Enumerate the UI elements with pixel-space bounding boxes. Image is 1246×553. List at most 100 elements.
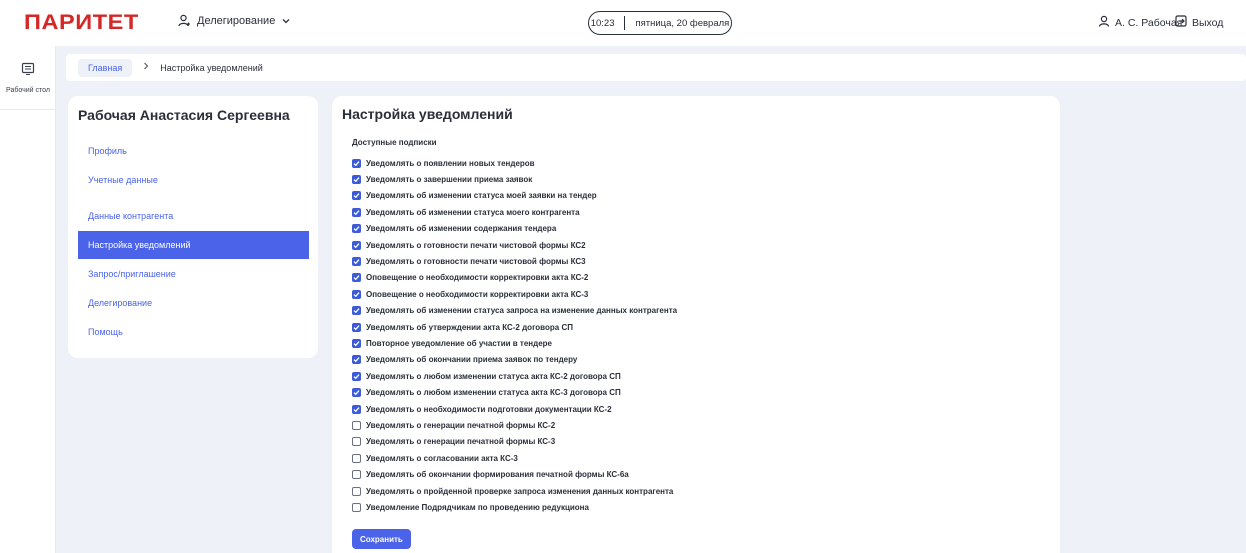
logout-button[interactable]: Выход [1175, 15, 1223, 30]
brand-logo[interactable]: ПАРИТЕТ [24, 11, 139, 35]
checkbox-checked[interactable] [352, 207, 361, 217]
save-button[interactable]: Сохранить [352, 529, 411, 549]
user-switch-icon [178, 14, 191, 27]
checkbox-checked[interactable] [352, 224, 361, 234]
checkbox-unchecked[interactable] [352, 502, 361, 512]
checkbox-checked[interactable] [352, 158, 361, 168]
subscription-option[interactable]: Уведомлять об изменении статуса запроса … [352, 303, 1052, 319]
subscription-label: Уведомлять о готовности печати чистовой … [366, 257, 586, 267]
checkbox-unchecked[interactable] [352, 453, 361, 463]
subscription-label: Уведомлять об утверждении акта КС-2 дого… [366, 322, 573, 332]
side-item-notification-settings[interactable]: Настройка уведомлений [78, 231, 309, 259]
checkbox-unchecked[interactable] [352, 470, 361, 480]
checkmark-icon [353, 357, 360, 363]
checkbox-checked[interactable] [352, 371, 361, 381]
user-profile-link[interactable]: А. С. Рабочая [1098, 15, 1182, 30]
subscription-option[interactable]: Уведомлять об изменении статуса моей зая… [352, 188, 1052, 204]
checkmark-icon [353, 193, 360, 199]
side-item-contractor-data[interactable]: Данные контрагента [78, 202, 309, 230]
subscriptions-heading: Доступные подписки [352, 138, 437, 147]
checkmark-icon [353, 242, 360, 248]
subscription-option[interactable]: Уведомлять об окончании приема заявок по… [352, 352, 1052, 368]
checkmark-icon [353, 390, 360, 396]
checkbox-checked[interactable] [352, 338, 361, 348]
user-name: А. С. Рабочая [1115, 16, 1183, 29]
checkbox-checked[interactable] [352, 191, 361, 201]
subscription-label: Уведомлять об изменении статуса моего ко… [366, 207, 580, 217]
checkbox-checked[interactable] [352, 355, 361, 365]
page-title: Настройка уведомлений [342, 106, 513, 122]
main-area: Главная Настройка уведомлений Рабочая Ан… [56, 46, 1246, 553]
subscription-option[interactable]: Уведомлять о любом изменении статуса акт… [352, 384, 1052, 400]
desktop-icon [21, 62, 35, 81]
subscription-option[interactable]: Уведомлять об окончании формирования печ… [352, 466, 1052, 482]
checkbox-checked[interactable] [352, 306, 361, 316]
subscription-option[interactable]: Оповещение о необходимости корректировки… [352, 286, 1052, 302]
rail-item-desktop[interactable]: Рабочий стол [0, 56, 56, 110]
subscription-option[interactable]: Уведомлять о готовности печати чистовой … [352, 253, 1052, 269]
checkbox-unchecked[interactable] [352, 420, 361, 430]
subscription-label: Уведомлять о любом изменении статуса акт… [366, 371, 621, 381]
checkbox-checked[interactable] [352, 257, 361, 267]
subscription-option[interactable]: Уведомлять о согласовании акта КС-3 [352, 450, 1052, 466]
checkbox-checked[interactable] [352, 404, 361, 414]
user-icon [1098, 15, 1110, 30]
clock-date: пятница, 20 февраля [635, 17, 730, 29]
subscription-label: Уведомлять о генерации печатной формы КС… [366, 420, 556, 430]
notification-settings-panel: Настройка уведомлений Доступные подписки… [332, 96, 1060, 553]
logout-icon [1175, 15, 1187, 30]
subscription-option[interactable]: Оповещение о необходимости корректировки… [352, 270, 1052, 286]
subscription-option[interactable]: Уведомлять о любом изменении статуса акт… [352, 368, 1052, 384]
subscription-option[interactable]: Повторное уведомление об участии в тенде… [352, 335, 1052, 351]
subscription-label: Уведомлять об изменении статуса запроса … [366, 306, 678, 316]
subscription-label: Повторное уведомление об участии в тенде… [366, 338, 552, 348]
checkbox-unchecked[interactable] [352, 437, 361, 447]
subscription-option[interactable]: Уведомление Подрядчикам по проведению ре… [352, 499, 1052, 515]
subscription-option[interactable]: Уведомлять о пройденной проверке запроса… [352, 483, 1052, 499]
breadcrumb: Главная Настройка уведомлений [66, 54, 1246, 81]
subscription-label: Уведомлять о любом изменении статуса акт… [366, 388, 621, 398]
checkbox-checked[interactable] [352, 289, 361, 299]
profile-name-title: Рабочая Анастасия Сергеевна [78, 107, 290, 123]
checkbox-checked[interactable] [352, 322, 361, 332]
subscription-label: Оповещение о необходимости корректировки… [366, 273, 589, 283]
breadcrumb-home-link[interactable]: Главная [78, 58, 133, 77]
side-item-help[interactable]: Помощь [78, 318, 309, 346]
rail-item-label: Рабочий стол [6, 87, 50, 94]
subscription-option[interactable]: Уведомлять о завершении приема заявок [352, 171, 1052, 187]
checkbox-checked[interactable] [352, 240, 361, 250]
subscription-option[interactable]: Уведомлять о появлении новых тендеров [352, 155, 1052, 171]
subscription-option[interactable]: Уведомлять об изменении содержания тенде… [352, 221, 1052, 237]
side-item-request-invitation[interactable]: Запрос/приглашение [78, 260, 309, 288]
checkmark-icon [353, 177, 360, 183]
checkbox-checked[interactable] [352, 273, 361, 283]
subscription-option[interactable]: Уведомлять о генерации печатной формы КС… [352, 417, 1052, 433]
subscription-option[interactable]: Уведомлять о готовности печати чистовой … [352, 237, 1052, 253]
profile-side-menu: Рабочая Анастасия Сергеевна Профиль Учет… [68, 96, 318, 358]
subscription-option[interactable]: Уведомлять о необходимости подготовки до… [352, 401, 1052, 417]
clock-divider [624, 16, 626, 30]
subscription-label: Уведомлять о пройденной проверке запроса… [366, 486, 674, 496]
checkmark-icon [353, 160, 360, 166]
checkmark-icon [353, 226, 360, 232]
left-rail: Рабочий стол [0, 46, 56, 553]
checkmark-icon [353, 275, 360, 281]
logout-label: Выход [1192, 16, 1224, 29]
checkbox-checked[interactable] [352, 388, 361, 398]
subscription-label: Уведомлять об изменении статуса моей зая… [366, 191, 597, 201]
subscription-option[interactable]: Уведомлять об утверждении акта КС-2 дого… [352, 319, 1052, 335]
checkbox-checked[interactable] [352, 175, 361, 185]
side-item-delegation[interactable]: Делегирование [78, 289, 309, 317]
checkmark-icon [353, 324, 360, 330]
checkmark-icon [353, 373, 360, 380]
subscription-option[interactable]: Уведомлять об изменении статуса моего ко… [352, 204, 1052, 220]
checkbox-unchecked[interactable] [352, 486, 361, 496]
subscription-label: Уведомление Подрядчикам по проведению ре… [366, 502, 589, 512]
delegation-menu[interactable]: Делегирование [178, 14, 291, 27]
side-item-profile[interactable]: Профиль [78, 137, 309, 165]
side-item-credentials[interactable]: Учетные данные [78, 166, 309, 194]
subscription-label: Уведомлять о генерации печатной формы КС… [366, 437, 556, 447]
subscription-option[interactable]: Уведомлять о генерации печатной формы КС… [352, 434, 1052, 450]
breadcrumb-current: Настройка уведомлений [160, 62, 263, 73]
clock-time: 10:23 [590, 17, 615, 29]
